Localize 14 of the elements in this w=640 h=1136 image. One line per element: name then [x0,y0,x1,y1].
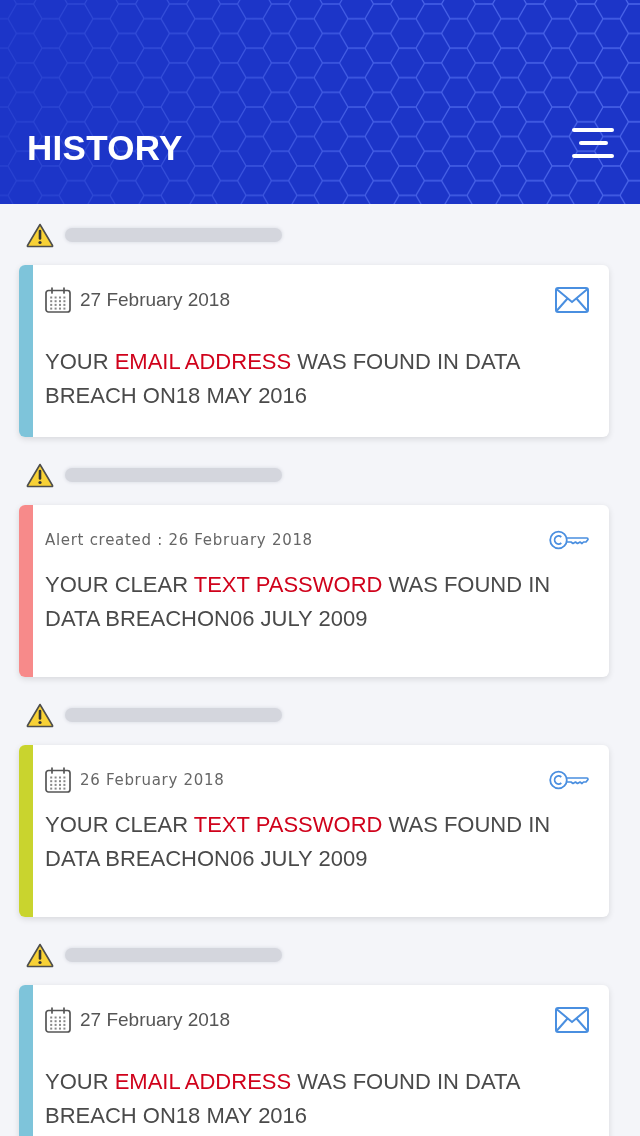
menu-icon[interactable] [572,128,614,158]
warning-icon [26,462,54,488]
alert-date: 26 February 2018 [80,771,225,789]
warning-icon [26,942,54,968]
alert-date: Alert created : 26 February 2018 [45,531,313,549]
warning-icon [26,702,54,728]
warning-icon [26,222,54,248]
alert-message: YOUR EMAIL ADDRESS WAS FOUND IN DATA BREACH ON18 MAY 2016 [45,1068,521,1130]
alert-message: YOUR CLEAR TEXT PASSWORD WAS FOUND IN DATA BREACHON06 JULY 2009 [45,811,552,873]
alert-message: YOUR EMAIL ADDRESS WAS FOUND IN DATA BREACH ON18 MAY 2016 [45,348,521,410]
alert-date: 27 February 2018 [80,288,230,312]
alert-date: 27 February 2018 [80,1008,230,1032]
alert-message: YOUR CLEAR TEXT PASSWORD WAS FOUND IN DATA BREACHON06 JULY 2009 [45,571,552,633]
page-title: HISTORY [27,128,183,168]
